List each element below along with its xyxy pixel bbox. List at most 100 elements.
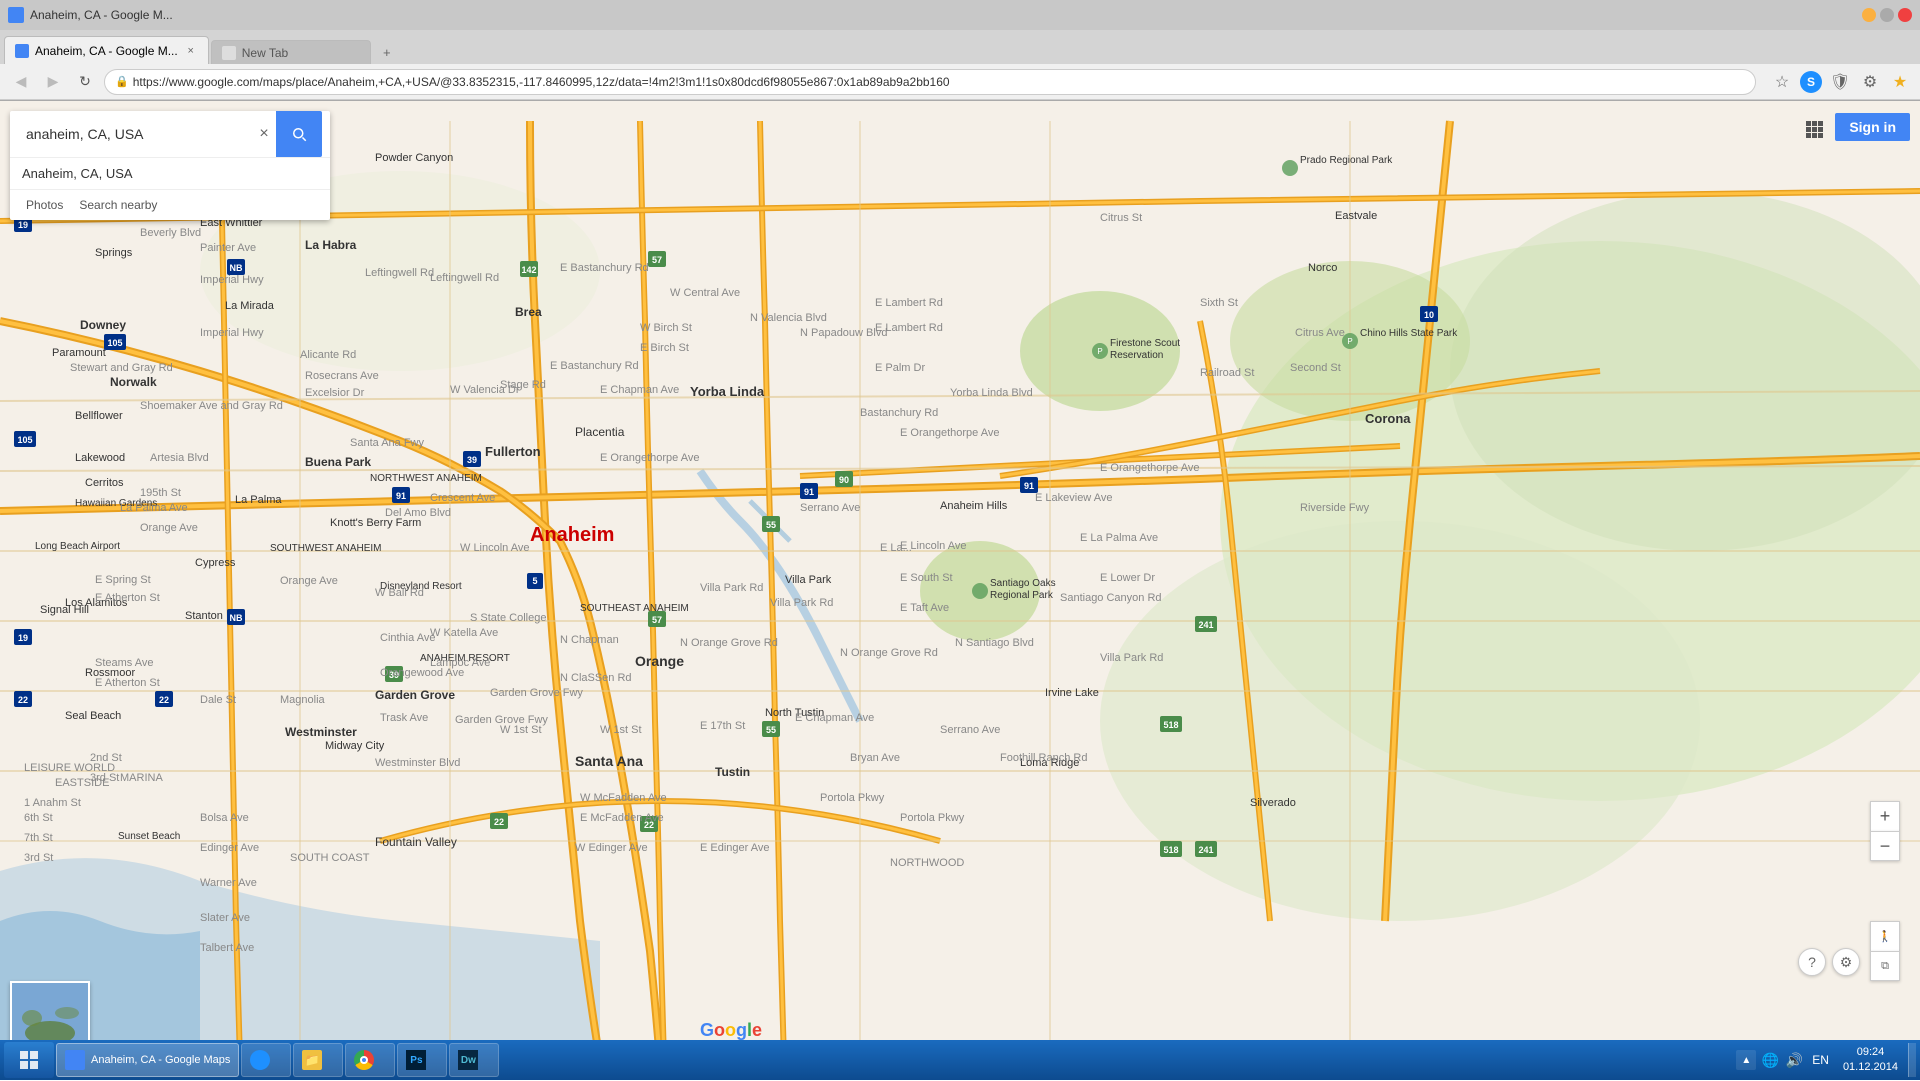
search-result-item[interactable]: Anaheim, CA, USA — [10, 157, 330, 189]
help-btn[interactable]: ? — [1798, 948, 1826, 976]
tray-network-icon[interactable]: 🌐 — [1760, 1050, 1780, 1070]
search-nearby-btn[interactable]: Search nearby — [75, 196, 161, 214]
svg-text:E La...: E La... — [880, 542, 912, 554]
svg-text:E La Palma Ave: E La Palma Ave — [1080, 532, 1158, 544]
svg-text:Bryan Ave: Bryan Ave — [850, 752, 900, 764]
svg-text:NB: NB — [230, 263, 243, 273]
active-tab-label: Anaheim, CA - Google M... — [35, 44, 178, 58]
search-clear-btn[interactable]: × — [252, 122, 276, 146]
forward-btn[interactable]: ▶ — [40, 69, 66, 95]
svg-text:10: 10 — [1424, 310, 1434, 320]
svg-text:Stewart and Gray Rd: Stewart and Gray Rd — [70, 362, 173, 374]
tray-volume-icon[interactable]: 🔊 — [1784, 1050, 1804, 1070]
taskbar: Anaheim, CA - Google Maps 📁 Ps Dw ▲ 🌐 🔊 … — [0, 1040, 1920, 1080]
tab-close-btn[interactable]: × — [184, 44, 198, 58]
svg-text:22: 22 — [18, 695, 28, 705]
svg-text:E Lambert Rd: E Lambert Rd — [875, 297, 943, 309]
svg-text:E Palm Dr: E Palm Dr — [875, 362, 925, 374]
svg-text:Steams Ave: Steams Ave — [95, 657, 154, 669]
new-tab-btn[interactable]: + — [375, 40, 399, 64]
svg-text:E Atherton St: E Atherton St — [95, 592, 160, 604]
search-input[interactable] — [18, 126, 252, 142]
map-svg: Downey Norwalk Lakewood Paramount Bellfl… — [0, 101, 1920, 1081]
pegman-btn[interactable]: 🚶 — [1870, 921, 1900, 951]
start-btn[interactable] — [4, 1042, 54, 1078]
photos-btn[interactable]: Photos — [22, 196, 67, 214]
minimize-btn[interactable] — [1862, 8, 1876, 22]
svg-text:Bastanchury Rd: Bastanchury Rd — [860, 407, 938, 419]
maximize-btn[interactable] — [1880, 8, 1894, 22]
svg-text:105: 105 — [17, 435, 32, 445]
inactive-tab-label: New Tab — [242, 46, 288, 60]
settings-btn[interactable]: ⚙ — [1832, 948, 1860, 976]
taskbar-chrome-btn[interactable] — [345, 1043, 395, 1077]
zoom-in-btn[interactable]: + — [1870, 801, 1900, 831]
search-panel: × Anaheim, CA, USA Photos Search nearby — [10, 111, 330, 220]
skype-icon[interactable]: S — [1800, 71, 1822, 93]
svg-text:Seal Beach: Seal Beach — [65, 710, 121, 722]
search-bar: × — [10, 111, 330, 157]
svg-text:Rosecrans Ave: Rosecrans Ave — [305, 370, 379, 382]
zoom-out-btn[interactable]: − — [1870, 831, 1900, 861]
grid-apps-btn[interactable] — [1798, 113, 1830, 145]
svg-text:N Papadouw Blvd: N Papadouw Blvd — [800, 327, 887, 339]
svg-text:91: 91 — [804, 487, 814, 497]
svg-text:Magnolia: Magnolia — [280, 694, 326, 706]
taskbar-dw-btn[interactable]: Dw — [449, 1043, 499, 1077]
svg-text:Sixth St: Sixth St — [1200, 297, 1238, 309]
search-submit-btn[interactable] — [276, 111, 322, 157]
svg-text:Villa Park: Villa Park — [785, 574, 832, 586]
svg-text:Foothill Ranch Rd: Foothill Ranch Rd — [1000, 752, 1087, 764]
tray-datetime[interactable]: 09:24 01.12.2014 — [1837, 1045, 1904, 1076]
taskbar-active-app[interactable]: Anaheim, CA - Google Maps — [56, 1043, 239, 1077]
layers-btn[interactable]: ⧉ — [1870, 951, 1900, 981]
svg-text:Cypress: Cypress — [195, 557, 236, 569]
extension-icon[interactable]: ★ — [1888, 70, 1912, 94]
map-container[interactable]: Downey Norwalk Lakewood Paramount Bellfl… — [0, 101, 1920, 1081]
tray-show-desktop-icon[interactable] — [1908, 1043, 1916, 1077]
chrome-icon — [354, 1050, 374, 1070]
security-shield-icon[interactable]: 🛡 — [1828, 70, 1852, 94]
svg-text:Citrus Ave: Citrus Ave — [1295, 327, 1345, 339]
svg-text:NORTHWOOD: NORTHWOOD — [890, 857, 964, 869]
window-title: Anaheim, CA - Google M... — [30, 8, 1856, 22]
svg-text:Cinthia Ave: Cinthia Ave — [380, 632, 435, 644]
svg-text:Shoemaker Ave and Gray Rd: Shoemaker Ave and Gray Rd — [140, 400, 283, 412]
system-tray: ▲ 🌐 🔊 EN 09:24 01.12.2014 — [1736, 1043, 1916, 1077]
tray-language[interactable]: EN — [1808, 1053, 1833, 1067]
svg-text:Imperial Hwy: Imperial Hwy — [200, 274, 264, 286]
browser-icon — [8, 7, 24, 23]
svg-text:Bellflower: Bellflower — [75, 410, 123, 422]
svg-text:E Edinger Ave: E Edinger Ave — [700, 842, 770, 854]
browser-chrome: Anaheim, CA - Google M... Anaheim, CA - … — [0, 0, 1920, 101]
tools-icon[interactable]: ⚙ — [1858, 70, 1882, 94]
svg-text:Riverside Fwy: Riverside Fwy — [1300, 502, 1370, 514]
taskbar-explorer-btn[interactable]: 📁 — [293, 1043, 343, 1077]
svg-text:Leftingwell Rd: Leftingwell Rd — [365, 267, 434, 279]
svg-text:Bolsa Ave: Bolsa Ave — [200, 812, 249, 824]
back-btn[interactable]: ◀ — [8, 69, 34, 95]
svg-text:N Orange Grove Rd: N Orange Grove Rd — [680, 637, 778, 649]
map-misc-controls: ? ⚙ — [1798, 948, 1860, 976]
tray-notification-area[interactable]: ▲ — [1736, 1050, 1756, 1070]
active-tab[interactable]: Anaheim, CA - Google M... × — [4, 36, 209, 64]
svg-text:W Katella Ave: W Katella Ave — [430, 627, 498, 639]
address-bar[interactable]: 🔒 https://www.google.com/maps/place/Anah… — [104, 69, 1756, 95]
svg-text:Springs: Springs — [95, 247, 133, 259]
svg-text:39: 39 — [467, 455, 477, 465]
dreamweaver-icon: Dw — [458, 1050, 478, 1070]
inactive-tab[interactable]: New Tab — [211, 40, 371, 64]
signin-btn[interactable]: Sign in — [1835, 113, 1910, 141]
svg-text:57: 57 — [652, 255, 662, 265]
close-btn[interactable] — [1898, 8, 1912, 22]
svg-text:105: 105 — [107, 338, 122, 348]
taskbar-ie-btn[interactable] — [241, 1043, 291, 1077]
bookmark-star-icon[interactable]: ☆ — [1770, 70, 1794, 94]
windows-logo-icon — [17, 1048, 41, 1072]
taskbar-ps-btn[interactable]: Ps — [397, 1043, 447, 1077]
refresh-btn[interactable]: ↻ — [72, 69, 98, 95]
svg-text:518: 518 — [1163, 845, 1178, 855]
svg-text:Dale St: Dale St — [200, 694, 236, 706]
svg-text:91: 91 — [1024, 481, 1034, 491]
svg-text:La Palma Ave: La Palma Ave — [120, 502, 188, 514]
